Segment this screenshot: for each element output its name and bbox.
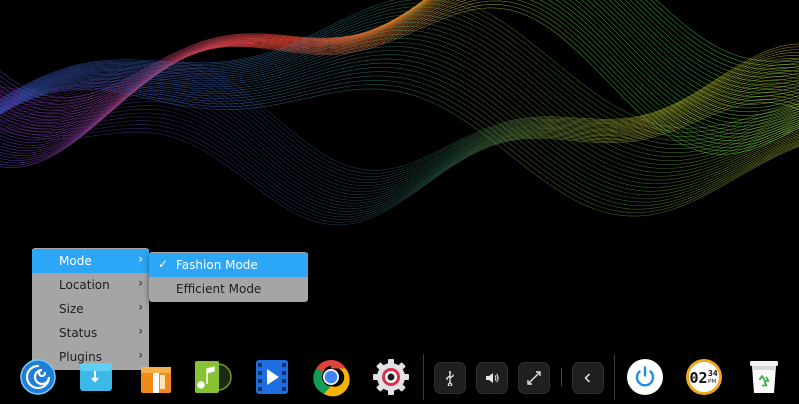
power-icon [627,359,663,395]
menu-item-label: Status [59,326,98,340]
mode-submenu: ✓ Fashion Mode Efficient Mode [149,252,308,302]
tray-separator [561,368,562,386]
volume-tray-button[interactable] [476,362,508,394]
clock-minute: 34 [708,369,718,378]
chevron-right-icon: › [138,252,143,266]
chevron-right-icon: › [138,300,143,314]
collapse-arrow-icon [584,373,591,383]
dock-separator [423,354,424,400]
clock-widget[interactable]: 02 34 PM [684,357,724,397]
menu-item-label: Location [59,278,110,292]
control-center-button[interactable] [371,357,411,397]
usb-tray-button[interactable] [434,362,466,394]
chrome-icon [313,360,350,397]
music-icon [195,361,232,393]
trash-icon [750,361,778,393]
menu-item-label: Fashion Mode [176,258,258,272]
chevron-right-icon: › [138,276,143,290]
clock-ampm: PM [708,379,716,385]
trash-button[interactable] [744,357,784,397]
menu-item-fashion-mode[interactable]: ✓ Fashion Mode [149,253,308,277]
tray-collapse-button[interactable] [572,362,604,394]
music-player-button[interactable] [192,357,232,397]
menu-item-label: Size [59,302,84,316]
launcher-button[interactable] [18,357,58,397]
app-store-button[interactable] [138,359,174,395]
dock-separator [614,354,615,400]
chrome-button[interactable] [311,357,351,397]
menu-item-mode[interactable]: Mode › [32,249,149,273]
launcher-icon [20,359,56,395]
menu-item-status[interactable]: Status › [32,321,149,345]
menu-item-size[interactable]: Size › [32,297,149,321]
app-store-icon [141,367,171,393]
menu-item-label: Mode [59,254,92,268]
menu-item-location[interactable]: Location › [32,273,149,297]
clock-hour: 02 [690,369,708,387]
movie-icon [256,360,288,394]
clock-icon: 02 34 PM [686,359,722,395]
menu-item-label: Efficient Mode [176,282,262,296]
menu-item-efficient-mode[interactable]: Efficient Mode [149,277,308,301]
settings-icon [373,359,409,395]
dock-context-menu: Mode › Location › Size › Status › Plugin… [32,248,149,370]
network-icon [527,371,541,385]
movie-player-button[interactable] [252,357,292,397]
chevron-right-icon: › [138,324,143,338]
network-tray-button[interactable] [518,362,550,394]
file-manager-icon [80,363,112,391]
usb-icon [446,370,454,386]
checkmark-icon: ✓ [158,257,169,271]
volume-icon [486,373,499,383]
power-button[interactable] [625,357,665,397]
file-manager-button[interactable] [78,359,114,395]
